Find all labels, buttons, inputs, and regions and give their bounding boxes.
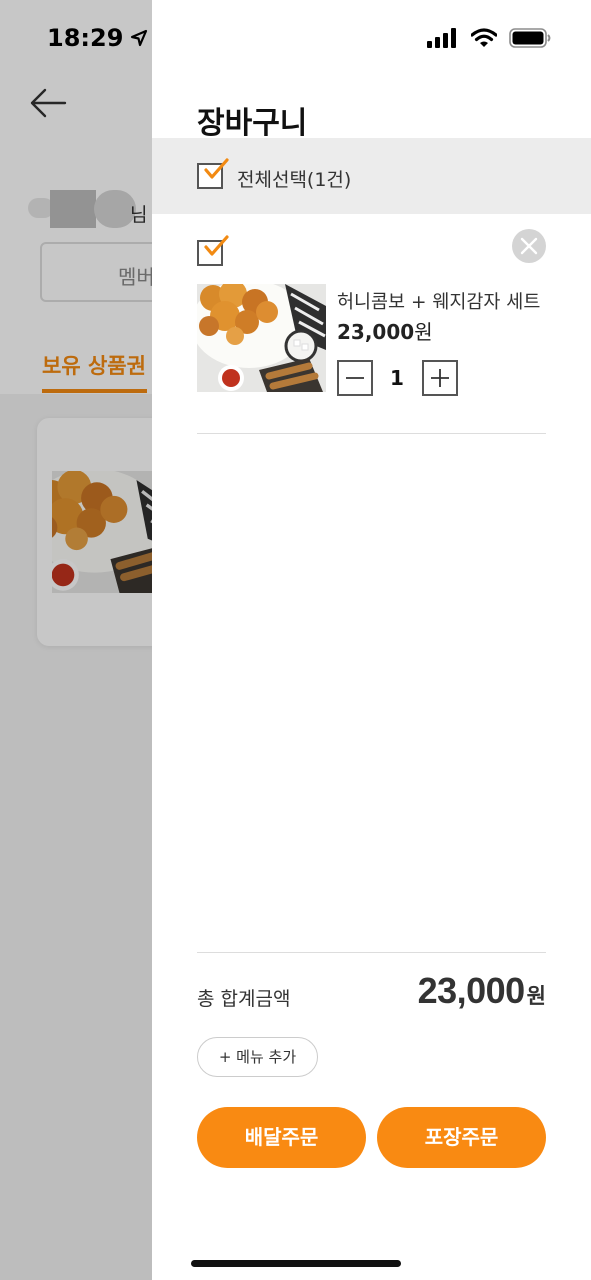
- summary-divider: [197, 952, 546, 953]
- quantity-increase-button[interactable]: [422, 360, 458, 396]
- cellular-signal-icon: [427, 28, 456, 48]
- total-amount: 23,000원: [418, 970, 546, 1012]
- add-menu-button[interactable]: + 메뉴 추가: [197, 1037, 318, 1077]
- item-divider: [197, 433, 546, 434]
- item-name: 허니콤보 + 웨지감자 세트: [337, 292, 541, 313]
- close-icon: [520, 237, 538, 255]
- battery-icon: [509, 28, 551, 48]
- item-price: 23,000원: [337, 316, 433, 345]
- home-indicator: [191, 1260, 401, 1267]
- minus-icon: [346, 377, 364, 379]
- quantity-value: 1: [390, 366, 404, 390]
- cart-drawer: 장바구니 전체선택(1건) 허니콤보 + 웨지감자 세트 23,000원 1 총…: [152, 0, 591, 1280]
- select-all-checkbox[interactable]: [197, 158, 229, 189]
- select-all-bar: 전체선택(1건): [152, 138, 591, 214]
- total-amount-unit: 원: [526, 984, 546, 1008]
- item-checkbox[interactable]: [197, 235, 229, 266]
- status-bar-icons: [427, 28, 551, 48]
- cart-title: 장바구니: [197, 106, 308, 141]
- total-label: 총 합계금액: [197, 988, 291, 1010]
- plus-icon: [431, 369, 449, 387]
- checkmark-icon: [204, 158, 229, 179]
- total-amount-value: 23,000: [417, 970, 526, 1011]
- item-price-unit: 원: [414, 320, 433, 344]
- quantity-decrease-button[interactable]: [337, 360, 373, 396]
- delivery-order-button[interactable]: 배달주문: [197, 1107, 366, 1168]
- remove-item-button[interactable]: [512, 229, 546, 263]
- takeout-order-button[interactable]: 포장주문: [377, 1107, 546, 1168]
- item-product-image: [197, 284, 326, 392]
- select-all-label[interactable]: 전체선택(1건): [237, 165, 351, 192]
- wifi-icon: [471, 28, 497, 47]
- checkmark-icon: [204, 235, 229, 256]
- item-price-value: 23,000: [337, 320, 415, 344]
